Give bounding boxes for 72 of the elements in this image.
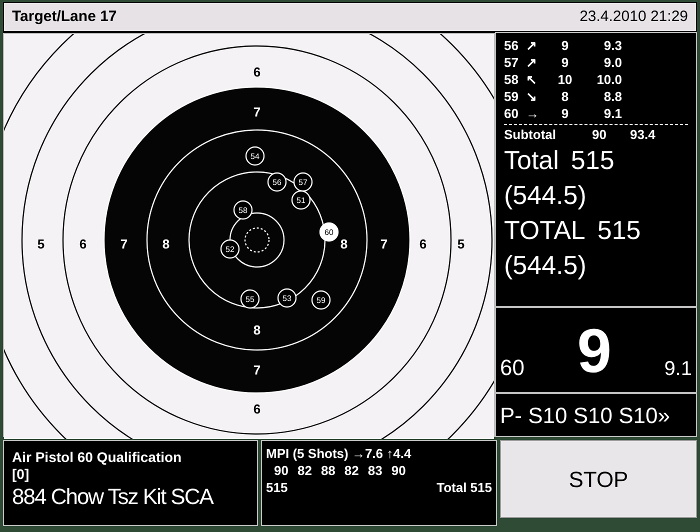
ring-number: 6: [253, 64, 261, 80]
shot-sequence: P- S10 S10 S10»: [500, 402, 670, 430]
shot-marker: 59: [311, 290, 331, 310]
shot-score: 8: [560, 88, 570, 105]
series-score: 82: [344, 462, 359, 479]
total-score: 515: [570, 144, 614, 177]
center-dotted-circle: [244, 227, 270, 253]
ring-number: 8: [162, 236, 170, 252]
mpi-label: MPI (5 Shots) →7.6 ↑4.4: [266, 445, 412, 462]
shot-marker: 60: [319, 222, 339, 242]
total-decimal: (544.5): [504, 249, 588, 282]
shot-marker: 56: [267, 172, 287, 192]
subtotal-score: 90: [592, 127, 608, 143]
shot-marker: 52: [220, 239, 240, 259]
ring-number: 8: [340, 236, 348, 252]
shot-marker: 58: [233, 200, 253, 220]
shot-value: 9.3: [602, 37, 622, 54]
shot-number: 57: [504, 54, 520, 71]
subtotal-label: Subtotal: [504, 127, 557, 143]
shot-score: 10: [556, 71, 574, 88]
direction-arrow: ↖: [526, 71, 538, 88]
stop-button[interactable]: STOP: [500, 440, 697, 518]
shot-marker: 51: [291, 190, 311, 210]
ring-number: 6: [253, 402, 261, 416]
direction-arrow: ↘: [526, 88, 538, 105]
mpi-total: Total 515: [436, 479, 492, 496]
ring-number: 8: [253, 322, 261, 338]
shot-value: 8.8: [602, 88, 622, 105]
direction-arrow: ↗: [526, 37, 538, 54]
current-shot-number: 60: [500, 354, 524, 382]
series-score: 88: [320, 462, 336, 479]
shot-score: 9: [560, 105, 570, 122]
direction-arrow: ↗: [526, 54, 538, 71]
direction-arrow: →: [526, 105, 540, 122]
total-score: 515: [597, 214, 641, 247]
shot-number: 59: [504, 88, 520, 105]
series-score: 90: [391, 462, 406, 479]
ring-number: 7: [253, 362, 261, 378]
ring-number: 6: [419, 236, 427, 252]
event-name: Air Pistol 60 Qualification: [12, 449, 183, 466]
shooter-name: 884 Chow Tsz Kit SCA: [12, 483, 214, 511]
shot-marker: 53: [277, 288, 297, 308]
event-code: [0]: [12, 466, 30, 483]
shot-value: 9.0: [602, 54, 622, 71]
shot-score: 9: [560, 54, 570, 71]
current-shot-value: 9.1: [664, 357, 692, 382]
shot-marker: 54: [245, 146, 265, 166]
ring-number: 5: [37, 236, 45, 252]
shot-number: 56: [504, 37, 520, 54]
shot-number: 58: [504, 71, 520, 88]
total-label: TOTAL: [504, 214, 586, 247]
ring-number: 6: [79, 236, 87, 252]
shot-marker: 55: [240, 289, 260, 309]
shot-score: 9: [560, 37, 570, 54]
total-decimal: (544.5): [504, 179, 588, 212]
current-shot-score: 9: [577, 320, 612, 384]
shot-value: 9.1: [602, 105, 622, 122]
series-score: 90: [274, 462, 288, 479]
ring-number: 7: [253, 104, 261, 120]
series-score: 83: [368, 462, 382, 479]
ring-number: 7: [120, 236, 128, 252]
date-time: 23.4.2010 21:29: [580, 6, 688, 27]
shot-number: 60: [504, 105, 520, 122]
ring-number: 7: [380, 236, 388, 252]
ring-number: 5: [457, 236, 465, 252]
subtotal-value: 93.4: [630, 127, 656, 143]
series-sum: 515: [266, 479, 288, 496]
shot-marker: 57: [293, 172, 313, 192]
lane-title: Target/Lane 17: [12, 6, 117, 27]
series-score: 82: [297, 462, 312, 479]
total-label: Total: [504, 144, 559, 177]
shot-value: 10.0: [596, 71, 622, 88]
